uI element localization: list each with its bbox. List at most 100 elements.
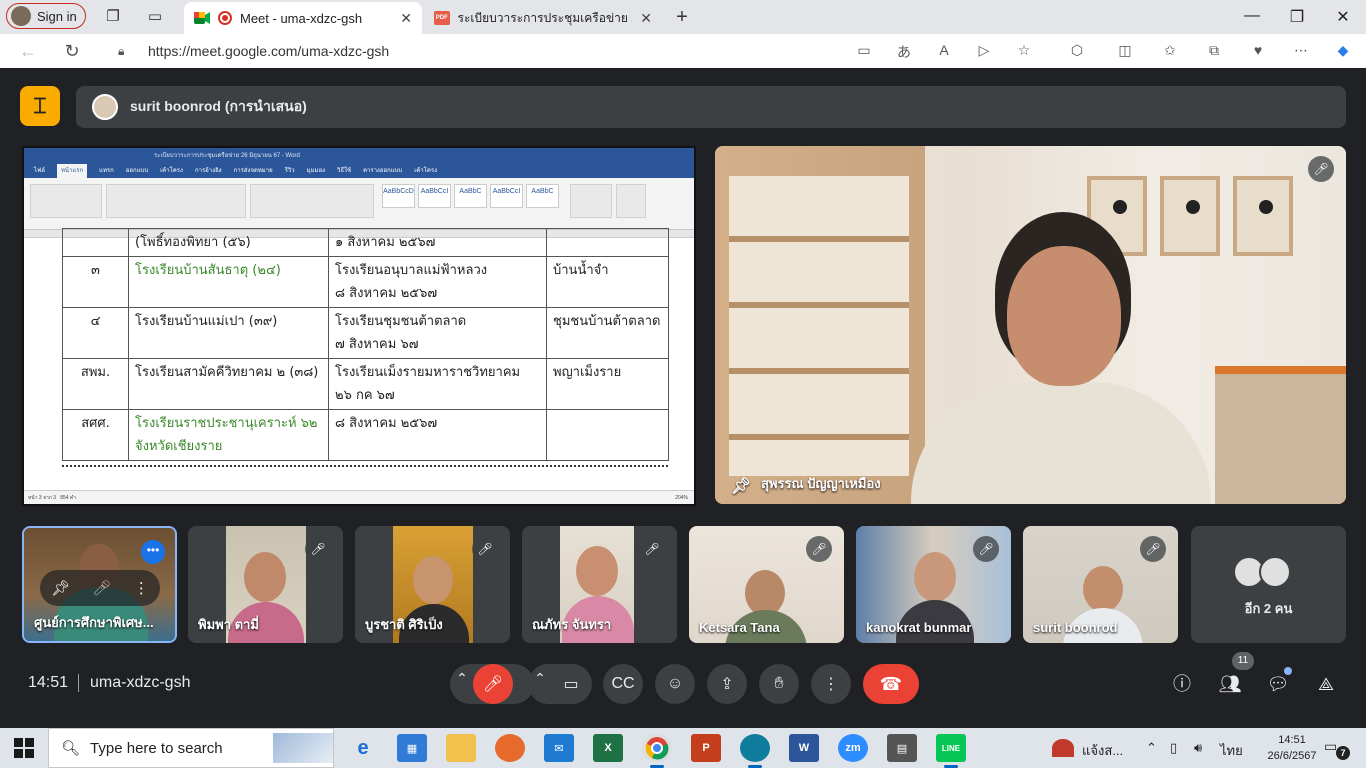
participant-tile[interactable]: 🎤︎ พิมพา ตามี่ [188,526,343,643]
url-text[interactable]: https://meet.google.com/uma-xdzc-gsh [148,43,389,59]
mic-off-icon: 🎤︎ [472,536,498,562]
notify-label[interactable]: แจ้งส... [1082,740,1123,761]
table-cell: สศศ. [62,409,129,461]
word-icon[interactable]: W [789,734,819,762]
performance-icon[interactable]: ♥ [1248,42,1268,58]
split-screen-icon[interactable]: ◫ [1115,42,1135,59]
mail-icon[interactable]: ✉ [544,734,574,762]
network-icon[interactable]: ▯ [1170,740,1177,756]
close-window-icon[interactable]: ✕ [1333,7,1353,27]
participant-tile[interactable]: 🎤︎ บูรชาติ ศิริเป็ง [355,526,510,643]
line-icon[interactable]: LINE [936,734,966,768]
others-tile[interactable]: อีก 2 คน [1191,526,1346,643]
table-cell [546,409,669,461]
back-icon[interactable]: ← [17,41,39,62]
zoom-icon[interactable]: zm [838,734,868,762]
menu-icon[interactable]: ⋯ [1291,42,1311,59]
camera-icon[interactable]: ▭ [854,42,874,59]
pin-icon[interactable]: 📌︎ [731,476,751,496]
more-vert-icon[interactable]: ⋮ [134,579,149,597]
minimize-icon[interactable]: — [1242,7,1262,25]
notification-center-icon[interactable]: ▭ 7 [1324,738,1350,760]
close-tab-icon[interactable]: ✕ [400,10,412,27]
presenter-avatar [92,94,118,120]
video-options-chevron-icon[interactable]: ⌃ [529,670,551,687]
ie-icon[interactable]: e [348,734,378,762]
explorer-icon[interactable] [446,734,476,762]
mic-off-icon: 🎤︎ [1140,536,1166,562]
favorites-icon[interactable]: ✩ [1160,42,1180,59]
restore-icon[interactable]: ❐ [1287,7,1307,27]
pin-icon[interactable]: 📌︎ [51,579,70,597]
tab-actions-icon[interactable]: ▭ [145,7,165,27]
presenter-bar: surit boonrod (การนำเสนอ) [76,86,1346,128]
powerpoint-icon[interactable]: P [691,734,721,762]
favorite-icon[interactable]: ☆ [1014,42,1034,59]
participant-name: บูรชาติ ศิริเป็ง [365,617,443,632]
profile-button[interactable]: Sign in [6,3,86,29]
show-hidden-icons[interactable]: ⌃ [1146,740,1157,756]
language-indicator[interactable]: ไทย [1220,740,1243,761]
extensions-icon[interactable]: ⬡ [1067,42,1087,59]
word-menu-item: ไฟล์ [34,168,45,174]
collections-icon[interactable]: ⧉ [1204,42,1224,59]
immersive-reader-icon[interactable]: ▷ [974,42,994,59]
more-options-button[interactable]: ⋮ [811,664,851,704]
chat-icon[interactable]: 💬︎ [1266,672,1290,696]
wall-frame [1233,176,1293,256]
tab-meet[interactable]: Meet - uma-xdzc-gsh ✕ [184,2,422,34]
people-icon[interactable]: 👥︎ [1218,672,1242,696]
profile-label: Sign in [37,8,77,24]
raise-hand-button[interactable]: ✋︎ [759,664,799,704]
end-call-button[interactable]: ☎ [863,664,919,704]
word-menu-item: หน้าแรก [56,164,88,178]
more-options-icon[interactable]: ••• [141,540,165,564]
volume-icon[interactable]: 🔊︎ [1194,740,1202,756]
calendar-icon[interactable]: ▤ [887,734,917,762]
present-button[interactable]: ⇪ [707,664,747,704]
captions-button[interactable]: CC [603,664,643,704]
mic-off-icon: 🎤︎ [973,536,999,562]
store-icon[interactable]: ▦ [397,734,427,762]
mic-toggle-button[interactable]: 🎤︎ [473,664,513,704]
notify-app-icon[interactable] [1052,739,1074,757]
lock-icon[interactable]: 🔒︎ [118,44,132,59]
activities-icon[interactable]: ⟁ [1314,672,1338,696]
tab-title: Meet - uma-xdzc-gsh [240,10,363,26]
meeting-code: uma-xdzc-gsh [90,674,191,691]
taskbar-clock[interactable]: 14:51 26/6/2567 [1262,732,1322,764]
participant-tile[interactable]: ••• 📌︎ 🎤︎ ⋮ ศูนย์การศึกษาพิเศษ... [22,526,177,643]
participant-tile[interactable]: 🎤︎ kanokrat bunmar [856,526,1011,643]
status-words: 854 คำ [60,495,77,501]
participant-tile[interactable]: 🎤︎ Ketsara Tana [689,526,844,643]
new-tab-button[interactable]: + [672,7,692,27]
address-bar-row: ← ↻ 🔒︎ https://meet.google.com/uma-xdzc-… [0,34,1366,68]
workspaces-icon[interactable]: ❐ [103,7,123,27]
main-participant-video[interactable]: 🎤︎ 📌︎ สุพรรณ ปัญญาเหมือง [715,146,1346,504]
clock-date: 26/6/2567 [1267,750,1317,762]
audio-options-chevron-icon[interactable]: ⌃ [451,670,473,687]
edge-icon[interactable] [740,734,770,768]
tab-pdf[interactable]: PDF ระเบียบวาระการประชุมเครือข่าย 26 มิ…… [424,2,662,34]
participant-tile[interactable]: 🎤︎ ณภัทร จันทรา [522,526,677,643]
word-menu: ไฟล์ หน้าแรก แทรก ออกแบบ เค้าโครง การอ้า… [24,164,694,178]
close-tab-icon[interactable]: ✕ [640,10,652,27]
start-button[interactable] [14,738,34,758]
taskbar-search[interactable]: 🔍︎ Type here to search [48,728,334,768]
chrome-icon[interactable] [642,734,672,768]
emoji-button[interactable]: ☺ [655,664,695,704]
word-title-bar: ระเบียบวาระการประชุมเครือข่าย 26 มิถุนาย… [24,148,694,164]
translate-icon[interactable]: あ [894,42,914,62]
copilot-icon[interactable]: ◆ [1333,42,1353,59]
firefox-icon[interactable] [495,734,525,762]
mic-icon[interactable]: 🎤︎ [92,579,111,597]
read-aloud-icon[interactable]: A [934,42,954,58]
style-item: AaBbCcI [490,184,523,208]
leave-presentation-button[interactable]: ⌶ [20,86,60,126]
excel-icon[interactable]: X [593,734,623,762]
camera-toggle-button[interactable]: ▭ [551,664,591,704]
clock-time: 14:51 [1278,734,1306,746]
refresh-icon[interactable]: ↻ [61,41,83,62]
meeting-details-icon[interactable]: ⓘ [1170,672,1194,696]
participant-tile[interactable]: 🎤︎ surit boonrod [1023,526,1178,643]
